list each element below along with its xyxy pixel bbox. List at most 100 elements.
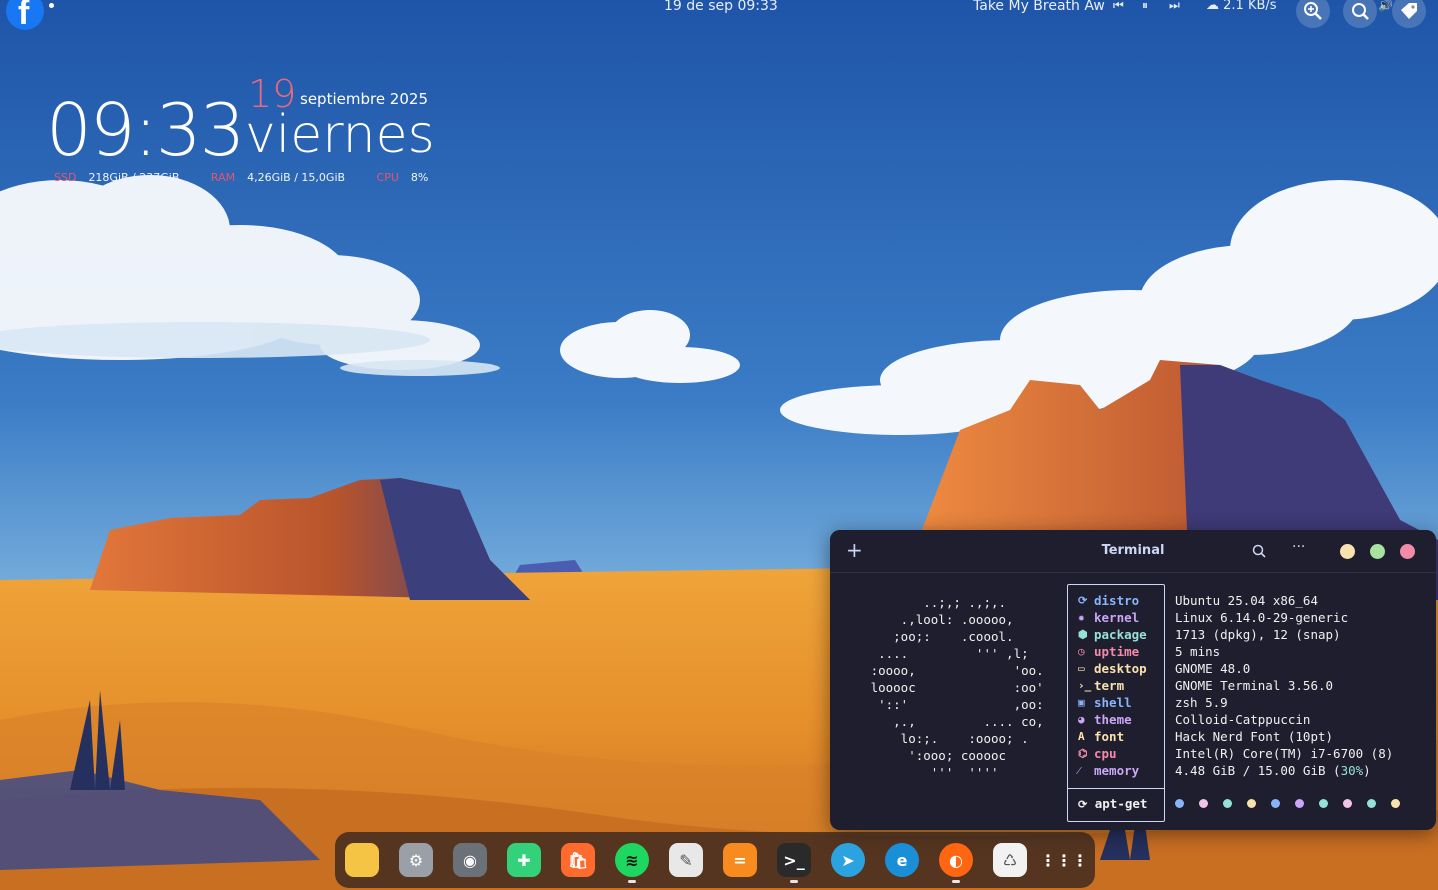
info-key-font: Afont (1078, 728, 1147, 745)
terminal-icon[interactable]: >_ (777, 843, 811, 877)
running-indicator (628, 880, 636, 883)
toggle-glyph: ◉ (463, 850, 477, 870)
info-value-cpu: Intel(R) Core(TM) i7-6700 (8) (1175, 746, 1394, 761)
info-key-label: cpu (1094, 746, 1117, 761)
info-key-shell: ▣ shell (1078, 694, 1147, 711)
panel-clock[interactable]: 19 de sep 09:33 (664, 0, 778, 14)
widget-weekday: viernes (245, 105, 435, 165)
package-icon: ⬢ (1078, 628, 1088, 641)
terminal-glyph: >_ (783, 850, 805, 870)
ubuntu-icon: ⟳ (1078, 798, 1088, 811)
facebook-icon[interactable]: f (6, 0, 44, 30)
cloud-upload-icon: ☁ (1206, 0, 1219, 13)
volume-icon[interactable]: 🔊 (1378, 0, 1393, 12)
magnifier-icon (1352, 3, 1369, 20)
monitor-icon: ▭ (1078, 662, 1085, 675)
next-track-icon[interactable]: ⏭ (1169, 0, 1180, 13)
running-indicator (790, 880, 798, 883)
trash-icon[interactable]: ♺ (993, 843, 1027, 877)
info-key-label: uptime (1094, 644, 1140, 659)
palette-dot (1199, 799, 1208, 808)
info-key-label: term (1094, 678, 1125, 693)
zoom-in-icon (1304, 2, 1322, 20)
terminal-window[interactable]: + Terminal ··· ..;,; .,;,. .,lool: .oooo… (830, 530, 1436, 830)
palette-dot (1271, 799, 1280, 808)
settings-icon[interactable]: ⚙ (399, 843, 433, 877)
ubuntu-icon: ⟳ (1078, 594, 1088, 607)
shop-icon[interactable]: 🛍 (561, 843, 595, 877)
extensions-icon[interactable]: ✚ (507, 843, 541, 877)
apt-get-label: ⟳ apt-get (1078, 796, 1147, 811)
palette-icon: ◕ (1078, 713, 1085, 726)
info-value-uptime: 5 mins (1175, 644, 1221, 659)
memory-percent: 30% (1340, 763, 1364, 778)
equalizer-icon[interactable]: = (723, 843, 757, 877)
info-key-label: distro (1094, 593, 1140, 608)
info-value-distro: Ubuntu 25.04 x86_64 (1175, 593, 1318, 608)
info-value-memory: 4.48 GiB / 15.00 GiB (30%) (1175, 763, 1371, 778)
toggle-icon[interactable]: ◉ (453, 843, 487, 877)
menu-icon[interactable]: ··· (1292, 539, 1305, 555)
minimize-button[interactable] (1340, 544, 1355, 559)
cpu-value: 8% (410, 171, 429, 184)
dock: ⚙ ◉ ✚ 🛍 ≋ ✎ = >_ ➤ e ◐ ♺ ⋮⋮⋮ (335, 832, 1095, 888)
info-value-kernel: Linux 6.14.0-29-generic (1175, 610, 1349, 625)
zoom-window-button[interactable] (1343, 0, 1377, 28)
shop-glyph: 🛍 (567, 850, 589, 870)
box-separator (1068, 788, 1164, 789)
info-value-package: 1713 (dpkg), 12 (snap) (1175, 627, 1341, 642)
cpu-label: CPU (376, 171, 399, 184)
palette-dot (1175, 799, 1184, 808)
settings-glyph: ⚙ (408, 850, 424, 870)
palette-dot (1391, 799, 1400, 808)
ram-value: 4,26GiB / 15,0GiB (247, 171, 346, 184)
tag-icon (1401, 3, 1417, 19)
widget-time: 09:33 (46, 88, 245, 172)
chip-icon: ⌬ (1078, 747, 1088, 760)
maximize-button[interactable] (1370, 544, 1385, 559)
edge-icon[interactable]: e (885, 843, 919, 877)
info-keys: ⟳ distro ✹ kernel ⬢ package ◷ uptime ▭ desktop ›_ t… (1078, 592, 1147, 779)
media-title[interactable]: Take My Breath Aw (973, 0, 1105, 14)
info-key-label: memory (1094, 763, 1140, 778)
spotify-icon[interactable]: ≋ (615, 843, 649, 877)
firefox-glyph: ◐ (949, 850, 963, 870)
palette-dot (1247, 799, 1256, 808)
palette-dot (1343, 799, 1352, 808)
firefox-icon[interactable]: ◐ (939, 843, 973, 877)
pause-icon[interactable]: ⏸ (1142, 0, 1148, 13)
telegram-icon[interactable]: ➤ (831, 843, 865, 877)
text-editor-icon[interactable]: ✎ (669, 843, 703, 877)
zoom-in-button[interactable] (1296, 0, 1330, 28)
previous-track-icon[interactable]: ⏮ (1113, 0, 1124, 13)
info-values: Ubuntu 25.04 x86_64 Linux 6.14.0-29-gener… (1175, 592, 1393, 779)
telegram-glyph: ➤ (841, 850, 855, 870)
network-speed[interactable]: ☁ 2.1 KB/s (1206, 0, 1277, 13)
close-button[interactable] (1400, 544, 1415, 559)
info-key-kernel: ✹ kernel (1078, 609, 1147, 626)
files-icon[interactable] (345, 843, 379, 877)
tag-button[interactable] (1392, 0, 1426, 28)
font-icon: A (1078, 730, 1085, 743)
ssd-label: SSD (54, 171, 77, 184)
palette-dot (1223, 799, 1232, 808)
app-grid-icon[interactable]: ⋮⋮⋮ (1040, 843, 1088, 877)
info-value-desktop: GNOME 48.0 (1175, 661, 1251, 676)
terminal-header[interactable]: + Terminal ··· (830, 530, 1436, 573)
shell-icon: ▣ (1078, 696, 1085, 709)
ram-label: RAM (210, 171, 236, 184)
info-key-label: package (1094, 627, 1147, 642)
top-panel: f 19 de sep 09:33 Take My Breath Aw ⏮ ⏸ … (0, 0, 1438, 30)
search-icon[interactable] (1252, 544, 1266, 558)
palette-dot (1319, 799, 1328, 808)
info-key-label: theme (1094, 712, 1132, 727)
info-key-desktop: ▭ desktop (1078, 660, 1147, 677)
ubuntu-ascii-logo: ..;,; .,;,. .,lool: .ooooo, ;oo;: .coool… (870, 595, 1044, 780)
info-key-memory: ⁄ memory (1078, 762, 1147, 779)
info-value-shell: zsh 5.9 (1175, 695, 1228, 710)
prompt-icon: ›_ (1078, 679, 1092, 692)
info-value-term: GNOME Terminal 3.56.0 (1175, 678, 1334, 693)
trash-glyph: ♺ (1002, 850, 1018, 870)
info-key-label: desktop (1094, 661, 1147, 676)
edge-glyph: e (896, 850, 908, 870)
